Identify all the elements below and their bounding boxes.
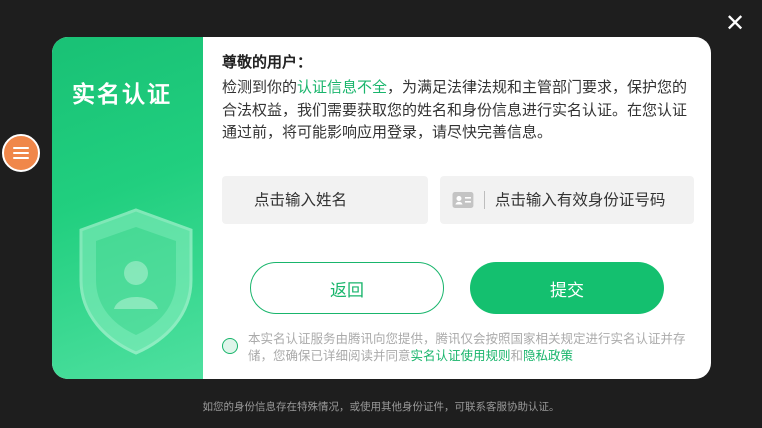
message-text: 检测到你的 <box>222 78 298 96</box>
submit-button[interactable]: 提交 <box>470 262 664 314</box>
agreement-text: 本实名认证服务由腾讯向您提供，腾讯仅会按照国家相关规定进行实名认证并存储，您确保… <box>248 330 694 364</box>
greeting: 尊敬的用户： <box>222 53 313 71</box>
incomplete-info-highlight: 认证信息不全 <box>297 78 388 96</box>
id-number-input[interactable] <box>494 191 695 209</box>
back-button[interactable]: 返回 <box>250 262 444 314</box>
shield-icon <box>79 208 193 355</box>
agreement-checkbox[interactable] <box>222 338 238 354</box>
agreement-conjunction: 和 <box>510 348 524 363</box>
separator <box>483 191 485 209</box>
notice-message: 检测到你的认证信息不全，为满足法律法规和主管部门要求，保护您的合法权益，我们需要… <box>222 76 698 144</box>
dialog-banner: 实名认证 <box>52 37 203 379</box>
floating-menu-button[interactable] <box>2 134 40 172</box>
close-icon[interactable]: ✕ <box>722 10 748 36</box>
rules-link[interactable]: 实名认证使用规则 <box>411 348 511 363</box>
id-number-field[interactable] <box>440 176 695 224</box>
banner-title: 实名认证 <box>72 82 172 108</box>
agreement: 本实名认证服务由腾讯向您提供，腾讯仅会按照国家相关规定进行实名认证并存储，您确保… <box>222 330 694 364</box>
form-fields <box>222 176 695 224</box>
name-input[interactable] <box>254 191 434 209</box>
id-card-icon <box>452 192 474 208</box>
menu-icon <box>13 144 29 162</box>
dialog-content: 尊敬的用户： 检测到你的认证信息不全，为满足法律法规和主管部门要求，保护您的合法… <box>222 51 698 144</box>
realname-dialog: 实名认证 尊敬的用户： 检测到你的认证信息不全，为满足法律法规和主管部门要求，保… <box>52 37 711 379</box>
name-field[interactable] <box>222 176 434 224</box>
footer-note: 如您的身份信息存在特殊情况，或使用其他身份证件，可联系客服协助认证。 <box>202 401 560 413</box>
privacy-policy-link[interactable]: 隐私政策 <box>523 348 573 363</box>
